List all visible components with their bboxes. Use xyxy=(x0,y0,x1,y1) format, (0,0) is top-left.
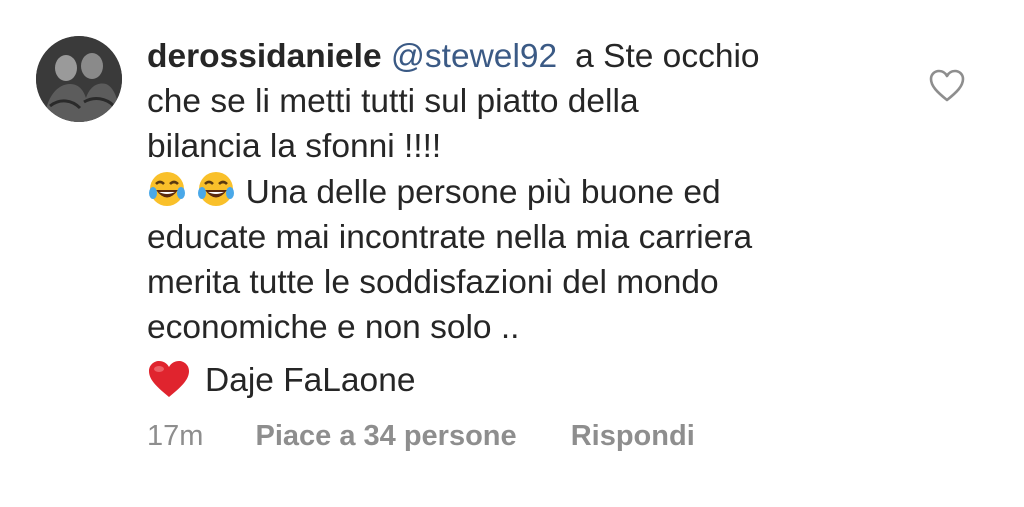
comment-line-2: che se li metti tutti sul piatto della xyxy=(147,83,639,120)
comment-body: derossidaniele @stewel92 a Ste occhio che… xyxy=(147,34,887,403)
mention-link[interactable]: @stewel92 xyxy=(391,38,557,75)
comment-text-4: Una delle persone più buone ed xyxy=(245,174,721,211)
tears-of-joy-emoji xyxy=(196,169,236,209)
comment-username[interactable]: derossidaniele xyxy=(147,38,382,75)
comment-line-3: bilancia la sfonni !!!! xyxy=(147,128,442,165)
red-heart-emoji xyxy=(147,359,191,399)
avatar[interactable] xyxy=(36,36,122,122)
tears-of-joy-emoji xyxy=(147,169,187,209)
avatar-image xyxy=(36,36,122,122)
comment-text-8: Daje FaLaone xyxy=(205,362,416,399)
comment-text-1: a Ste occhio xyxy=(575,38,760,75)
reply-button[interactable]: Rispondi xyxy=(571,420,695,452)
comment-line-5: educate mai incontrate nella mia carrier… xyxy=(147,219,753,256)
comment-meta: 17m Piace a 34 persone Rispondi xyxy=(147,420,695,453)
comment-line-4: Una delle persone più buone ed xyxy=(147,169,887,215)
comment-line-7: economiche e non solo .. xyxy=(147,309,520,346)
likes-count-link[interactable]: Piace a 34 persone xyxy=(255,420,516,452)
comment-line-8: Daje FaLaone xyxy=(147,358,887,403)
comment-line-1: derossidaniele @stewel92 a Ste occhio xyxy=(147,34,887,79)
comment-line-6: merita tutte le soddisfazioni del mondo xyxy=(147,264,719,301)
comment-timestamp: 17m xyxy=(147,420,204,452)
heart-outline-icon[interactable] xyxy=(928,68,966,104)
